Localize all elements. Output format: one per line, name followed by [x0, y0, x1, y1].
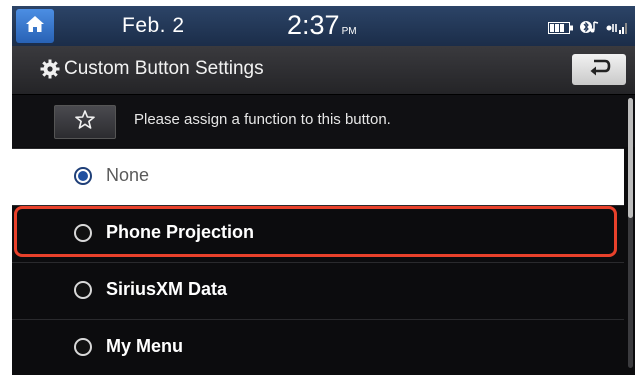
scrollbar[interactable]	[628, 98, 633, 368]
bluetooth-audio-icon	[580, 20, 600, 39]
radio-unselected[interactable]	[74, 281, 92, 299]
time-value: 2:37	[287, 10, 340, 40]
radio-selected[interactable]	[74, 167, 92, 185]
home-button[interactable]	[16, 9, 54, 43]
status-bar: Feb. 2 2:37 PM	[12, 6, 635, 46]
option-my-menu[interactable]: My Menu	[12, 319, 624, 375]
title-bar: Custom Button Settings	[12, 46, 635, 95]
highlight-outline	[14, 206, 617, 257]
instruction-text: Please assign a function to this button.	[134, 111, 391, 128]
option-siriusxm-data[interactable]: SiriusXM Data	[12, 262, 624, 320]
radio-unselected[interactable]	[74, 338, 92, 356]
time-ampm: PM	[341, 26, 357, 37]
signal-icon	[606, 21, 628, 39]
back-arrow-icon	[587, 58, 611, 81]
scrollbar-thumb[interactable]	[628, 98, 633, 218]
status-date: Feb. 2	[122, 14, 185, 37]
status-icons	[548, 20, 628, 39]
option-none[interactable]: None	[12, 148, 624, 206]
option-label: None	[106, 165, 150, 185]
star-icon	[75, 110, 95, 134]
star-button[interactable]	[54, 105, 116, 139]
option-label: SiriusXM Data	[106, 279, 228, 299]
option-label: My Menu	[106, 336, 184, 356]
page-title: Custom Button Settings	[64, 58, 264, 79]
battery-icon	[548, 21, 574, 39]
infotainment-screen: Feb. 2 2:37 PM Custom Button Settings Pl…	[12, 6, 635, 375]
status-time: 2:37 PM	[287, 10, 357, 41]
home-icon	[25, 15, 45, 38]
back-button[interactable]	[572, 54, 626, 85]
instruction-row: Please assign a function to this button.	[12, 95, 635, 147]
gear-icon	[40, 59, 60, 84]
